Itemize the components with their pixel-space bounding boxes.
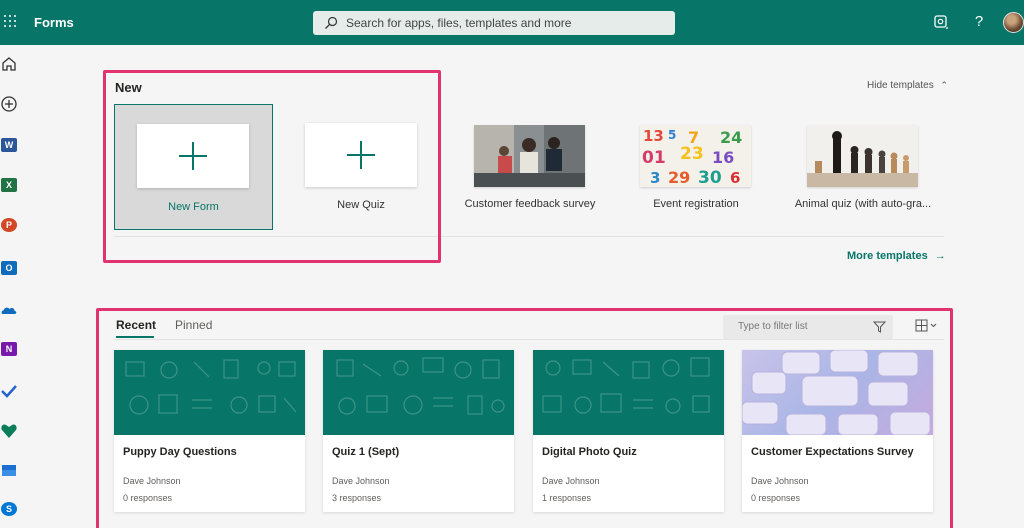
chess-pieces-photo-icon <box>807 125 918 187</box>
left-rail: W X P O N S <box>0 45 20 528</box>
template-customer-feedback[interactable]: Customer feedback survey <box>460 125 600 215</box>
hide-templates-button[interactable]: Hide templates ⌃ <box>867 80 948 91</box>
help-icon[interactable]: ? <box>970 13 988 31</box>
windows-365-icon[interactable] <box>0 462 18 480</box>
template-event-registration[interactable]: 13 5 7 24 01 23 16 3 29 30 6 Event regis… <box>626 125 766 215</box>
todo-icon[interactable] <box>0 382 18 400</box>
home-icon[interactable] <box>0 55 18 73</box>
hide-templates-label: Hide templates <box>867 80 934 91</box>
powerpoint-icon[interactable]: P <box>1 218 17 232</box>
recent-section-highlight <box>96 308 953 528</box>
outlook-icon[interactable]: O <box>1 261 17 275</box>
svg-text:13: 13 <box>643 127 664 145</box>
svg-text:29: 29 <box>668 168 690 187</box>
svg-text:16: 16 <box>712 148 734 167</box>
new-section-highlight <box>103 70 441 263</box>
excel-icon[interactable]: X <box>1 178 17 192</box>
office-meeting-photo-icon <box>474 125 585 187</box>
svg-text:5: 5 <box>668 128 676 142</box>
avatar[interactable] <box>1003 12 1024 33</box>
chevron-up-icon: ⌃ <box>940 80 949 90</box>
top-bar: Forms Search for apps, files, templates … <box>0 0 1024 45</box>
colorful-numbers-photo-icon: 13 5 7 24 01 23 16 3 29 30 6 <box>640 125 751 187</box>
svg-text:30: 30 <box>698 168 722 187</box>
search-input[interactable]: Search for apps, files, templates and mo… <box>346 16 571 30</box>
svg-text:6: 6 <box>730 169 740 187</box>
template-animal-quiz[interactable]: Animal quiz (with auto-gra... <box>793 125 933 215</box>
svg-text:3: 3 <box>650 169 660 187</box>
search-box[interactable]: Search for apps, files, templates and mo… <box>313 11 675 35</box>
create-icon[interactable] <box>0 95 18 113</box>
more-templates-link[interactable]: More templates → <box>847 250 946 262</box>
sway-icon[interactable]: S <box>1 502 17 516</box>
feedback-icon[interactable] <box>932 13 950 31</box>
svg-text:24: 24 <box>720 128 742 147</box>
onenote-icon[interactable]: N <box>1 342 17 356</box>
word-icon[interactable]: W <box>1 138 17 152</box>
app-name[interactable]: Forms <box>34 15 74 30</box>
onedrive-icon[interactable] <box>0 301 18 319</box>
template-label: Customer feedback survey <box>464 198 596 210</box>
search-icon <box>325 16 338 29</box>
template-label: Animal quiz (with auto-gra... <box>794 198 932 210</box>
svg-text:01: 01 <box>642 148 666 168</box>
template-label: Event registration <box>653 198 739 210</box>
svg-text:23: 23 <box>680 144 704 164</box>
more-templates-label: More templates <box>847 250 928 262</box>
app-launcher-icon[interactable] <box>4 15 16 27</box>
viva-icon[interactable] <box>0 422 18 440</box>
arrow-right-icon: → <box>934 250 946 262</box>
